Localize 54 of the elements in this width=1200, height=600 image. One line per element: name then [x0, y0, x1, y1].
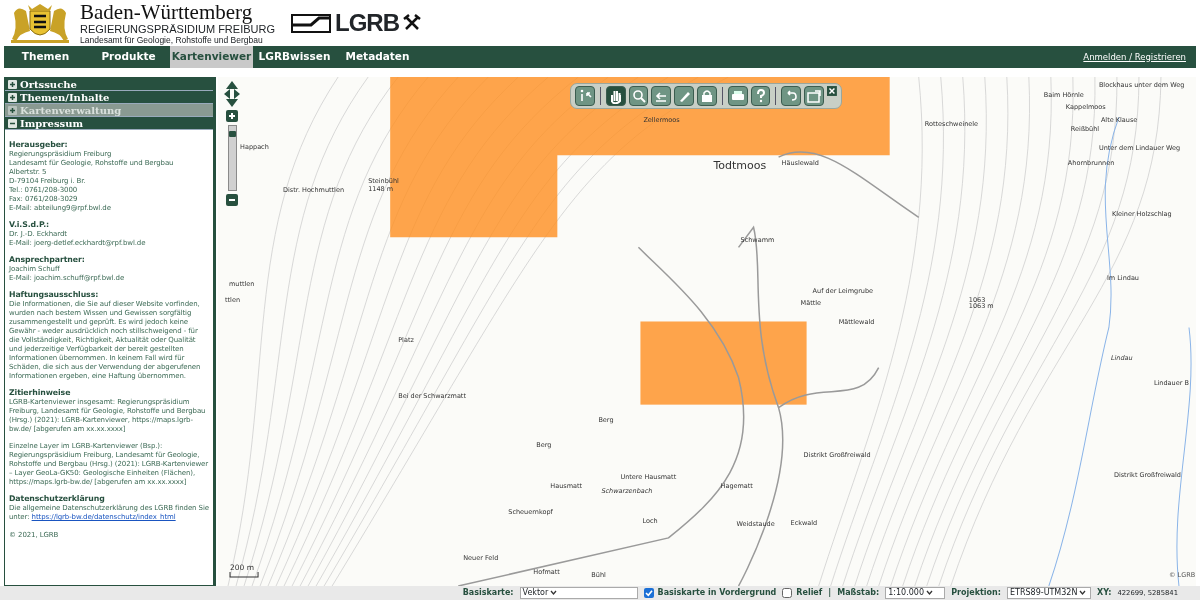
- scale-select[interactable]: 1:10.000: [885, 587, 946, 599]
- zoom-in-button[interactable]: [226, 110, 238, 122]
- checkbox[interactable]: [643, 588, 654, 598]
- coat-of-arms-icon: [8, 3, 72, 43]
- slider-thumb[interactable]: [228, 130, 236, 137]
- agency-name: Landesamt für Geologie, Rohstoffe und Bergbau: [80, 34, 264, 46]
- tool-button[interactable]: [697, 86, 717, 106]
- login-link[interactable]: Anmelden / Registrieren: [1083, 50, 1196, 64]
- nav-tab[interactable]: Kartenviewer: [170, 46, 253, 68]
- accordion-header[interactable]: Themen/Inhalte: [5, 91, 213, 104]
- expand-icon: [8, 105, 17, 115]
- strata-icon: [290, 12, 331, 34]
- nav-tab[interactable]: Themen: [4, 46, 87, 68]
- accordion-header: Kartenverwaltung: [5, 104, 213, 117]
- accordion-header[interactable]: Ortssuche: [5, 78, 213, 91]
- logo-text: LGRB: [334, 8, 399, 38]
- scale-label: Maßstab:: [837, 587, 880, 599]
- plus-icon: [226, 110, 238, 122]
- checkbox[interactable]: [782, 588, 793, 598]
- zoom-out-button[interactable]: [226, 194, 238, 206]
- foreground-label: Basiskarte in Vordergrund: [657, 587, 777, 599]
- nav-tab[interactable]: Produkte: [87, 46, 170, 68]
- caret-icon: [924, 588, 935, 598]
- hammers-icon: [402, 14, 421, 32]
- search-icon: [630, 88, 647, 104]
- export-icon: [806, 88, 823, 104]
- state-name: Baden-Württemberg: [80, 0, 254, 23]
- expand-icon: [8, 79, 17, 89]
- xy-label: XY:: [1097, 587, 1112, 599]
- projection-select[interactable]: ETRS89-UTM32N: [1007, 587, 1091, 599]
- tool-button[interactable]: [804, 86, 825, 106]
- tool-button[interactable]: [727, 86, 748, 106]
- basemap-label: Basiskarte:: [462, 587, 514, 599]
- zoom-slider[interactable]: [227, 125, 237, 191]
- relief-label: Relief: [796, 587, 823, 599]
- tool-button[interactable]: [781, 86, 802, 106]
- close-icon[interactable]: [827, 86, 837, 96]
- nav-tab[interactable]: Metadaten: [336, 46, 419, 68]
- nav-tab[interactable]: LGRBwissen: [253, 46, 336, 68]
- scale-bar: [229, 571, 259, 578]
- tool-button[interactable]: [628, 86, 649, 106]
- basemap-select[interactable]: Vektor: [519, 587, 638, 599]
- projection-label: Projektion:: [951, 587, 1001, 599]
- collapse-icon: [8, 118, 17, 128]
- tool-button[interactable]: [605, 86, 626, 106]
- pan-arrows-icon[interactable]: [224, 81, 240, 107]
- tool-button[interactable]: [651, 86, 672, 106]
- tool-button[interactable]: [674, 86, 695, 106]
- expand-icon: [8, 92, 17, 102]
- tool-button[interactable]: [750, 86, 771, 106]
- tool-button[interactable]: [575, 86, 595, 106]
- accordion-header[interactable]: Impressum: [5, 117, 213, 130]
- place-label: Todtmoos: [713, 159, 767, 173]
- separator-text: |: [828, 587, 832, 599]
